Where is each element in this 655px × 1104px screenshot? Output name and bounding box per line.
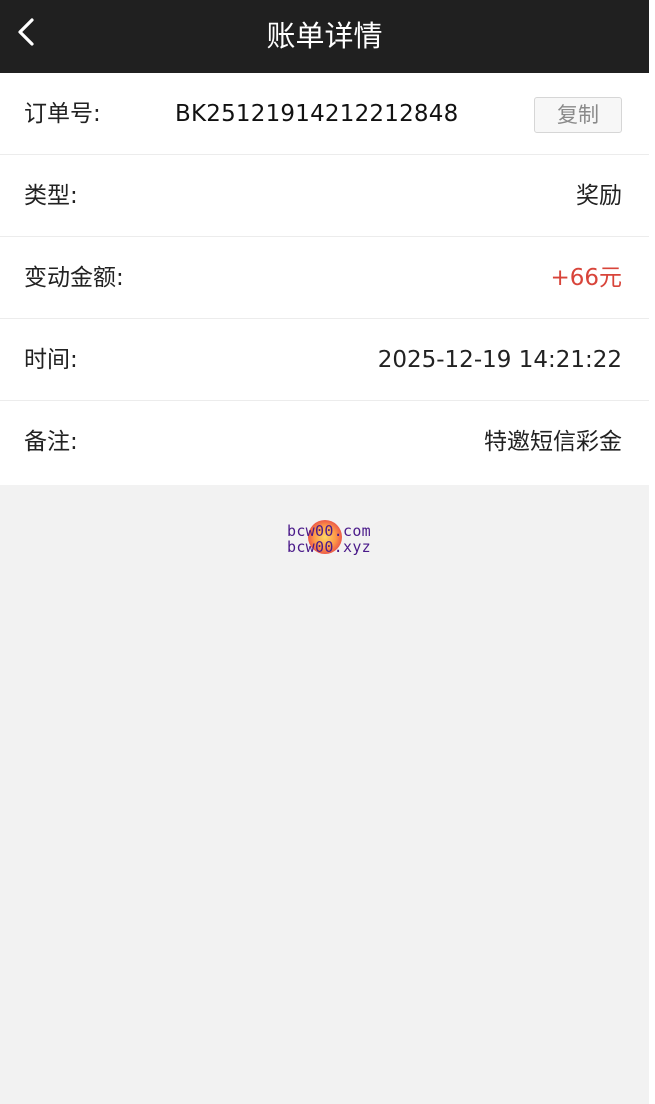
amount-row: 变动金额: +66元 — [0, 237, 649, 319]
watermark-line-2: bcw00.xyz — [287, 538, 371, 556]
type-value: 奖励 — [576, 183, 622, 209]
time-label: 时间: — [24, 347, 78, 373]
type-row: 类型: 奖励 — [0, 155, 649, 237]
time-row: 时间: 2025-12-19 14:21:22 — [0, 319, 649, 401]
amount-value: +66元 — [550, 265, 622, 291]
page-title: 账单详情 — [266, 19, 383, 53]
copy-button[interactable]: 复制 — [534, 97, 622, 133]
remark-row: 备注: 特邀短信彩金 — [0, 401, 649, 485]
right-edge-strip — [649, 0, 655, 1104]
bill-detail-list: 订单号: BK25121914212212848 复制 类型: 奖励 变动金额:… — [0, 73, 649, 485]
type-label: 类型: — [24, 183, 78, 209]
order-number-value: BK25121914212212848 — [175, 101, 459, 127]
remark-value: 特邀短信彩金 — [484, 429, 622, 455]
time-value: 2025-12-19 14:21:22 — [377, 347, 622, 373]
amount-label: 变动金额: — [24, 265, 124, 291]
order-number-row: 订单号: BK25121914212212848 复制 — [0, 73, 649, 155]
watermark-line-1: bcw00.com — [287, 522, 371, 540]
top-navigation-bar: 账单详情 — [0, 0, 649, 73]
remark-label: 备注: — [24, 429, 78, 455]
watermark-logo: bcw00.com bcw00.xyz — [281, 520, 381, 560]
order-number-label: 订单号: — [24, 101, 101, 127]
